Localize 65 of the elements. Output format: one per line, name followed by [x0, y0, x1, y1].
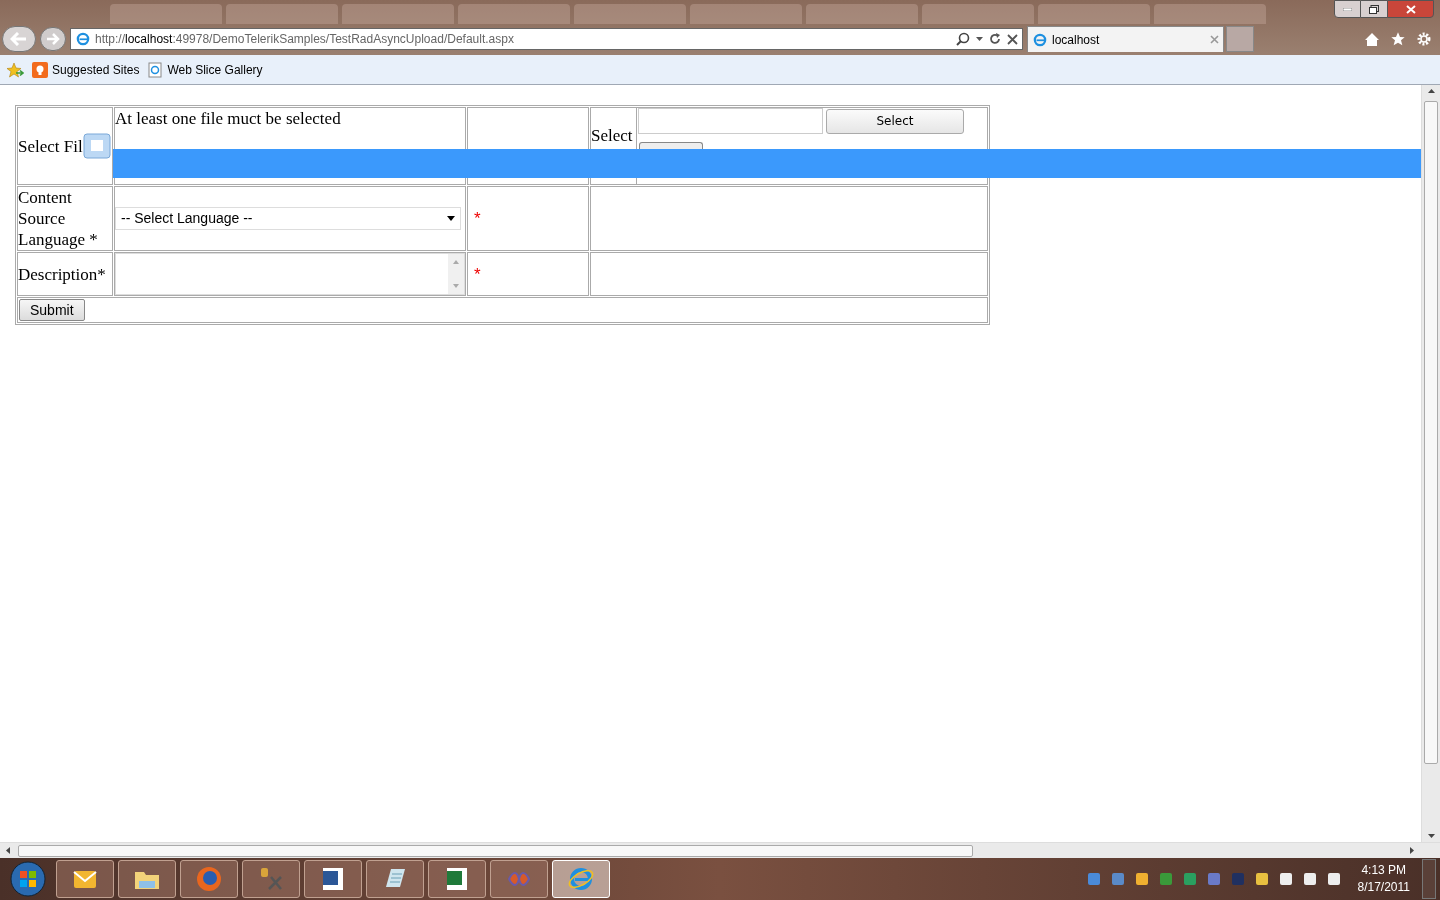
minimize-icon	[1343, 7, 1352, 11]
validation-message: At least one file muct be selected	[115, 109, 341, 128]
browser-e-icon	[1032, 31, 1048, 48]
scroll-left-icon[interactable]	[6, 847, 10, 854]
scroll-down-icon[interactable]	[1427, 834, 1435, 838]
tray-icon[interactable]	[1277, 871, 1294, 887]
taskbar-button[interactable]	[428, 860, 486, 898]
address-bar[interactable]: http://localhost:49978/DemoTelerikSamples/TestRadAsyncUpload/Default.aspx	[70, 28, 1023, 50]
settings-icon[interactable]	[1416, 31, 1432, 47]
browser-tab[interactable]: localhost	[1027, 26, 1224, 52]
required-asterisk: *	[474, 209, 481, 228]
home-icon[interactable]	[1364, 31, 1380, 47]
dropdown-caret-icon[interactable]	[976, 37, 983, 41]
page-icon	[147, 61, 164, 78]
back-button[interactable]	[2, 26, 36, 52]
taskbar-button[interactable]	[304, 860, 362, 898]
required-asterisk: *	[474, 264, 481, 284]
back-arrow-icon	[10, 32, 28, 46]
star-icon[interactable]	[1390, 31, 1406, 47]
horizontal-scrollbar[interactable]	[0, 842, 1440, 858]
tray-icon[interactable]	[1301, 871, 1318, 887]
star-arrow-icon[interactable]	[6, 61, 24, 78]
close-icon	[1405, 4, 1416, 14]
favorites-link[interactable]: Web Slice Gallery	[147, 60, 263, 79]
lightbulb-icon	[32, 61, 48, 78]
taskbar-button[interactable]	[242, 860, 300, 898]
submit-button[interactable]: Submit	[19, 299, 85, 321]
browser-e-icon	[75, 31, 91, 47]
file-input-field[interactable]	[638, 108, 823, 134]
forward-button[interactable]	[40, 27, 66, 51]
clock-date: 8/17/2011	[1357, 879, 1410, 896]
address-url: http://localhost:49978/DemoTelerikSamples/TestRadAsyncUpload/Default.aspx	[95, 31, 514, 48]
taskbar-button[interactable]	[56, 860, 114, 898]
taskbar-button[interactable]	[366, 860, 424, 898]
close-button[interactable]	[1387, 0, 1434, 18]
refresh-icon[interactable]	[989, 33, 1001, 45]
show-desktop-button[interactable]	[1422, 859, 1436, 899]
vertical-scrollbar[interactable]	[1421, 85, 1440, 842]
tray-icon[interactable]	[1133, 871, 1150, 887]
forward-arrow-icon	[46, 33, 60, 45]
search-icon[interactable]	[956, 32, 970, 46]
favorites-link[interactable]: Suggested Sites	[32, 60, 140, 79]
scroll-up-icon[interactable]	[1427, 89, 1435, 93]
clock-time: 4:13 PM	[1361, 862, 1407, 879]
select-button[interactable]: Select	[826, 109, 964, 134]
tray-icon[interactable]	[1253, 871, 1270, 887]
language-dropdown[interactable]: -- Select Language --	[115, 207, 461, 230]
restore-icon	[1369, 4, 1379, 14]
upload-label: Select	[591, 126, 633, 145]
select-files-label: Select Fil	[18, 135, 83, 157]
restore-button[interactable]	[1361, 0, 1387, 18]
start-orb-icon	[10, 861, 46, 897]
upload-window-icon	[82, 133, 111, 159]
minimize-button[interactable]	[1334, 0, 1361, 18]
language-label: Content Source Language *	[18, 188, 98, 249]
stop-icon[interactable]	[1007, 33, 1018, 45]
tray-icon[interactable]	[1325, 871, 1342, 887]
globe-icon	[195, 865, 223, 893]
close-tab-icon[interactable]	[1210, 35, 1219, 44]
description-label: Description*	[18, 264, 106, 284]
tab-title: localhost	[1052, 31, 1100, 49]
browser-e-icon	[567, 865, 595, 893]
dropdown-caret-icon	[447, 216, 455, 221]
scroll-right-icon[interactable]	[1410, 847, 1414, 854]
taskbar-button[interactable]	[118, 860, 176, 898]
